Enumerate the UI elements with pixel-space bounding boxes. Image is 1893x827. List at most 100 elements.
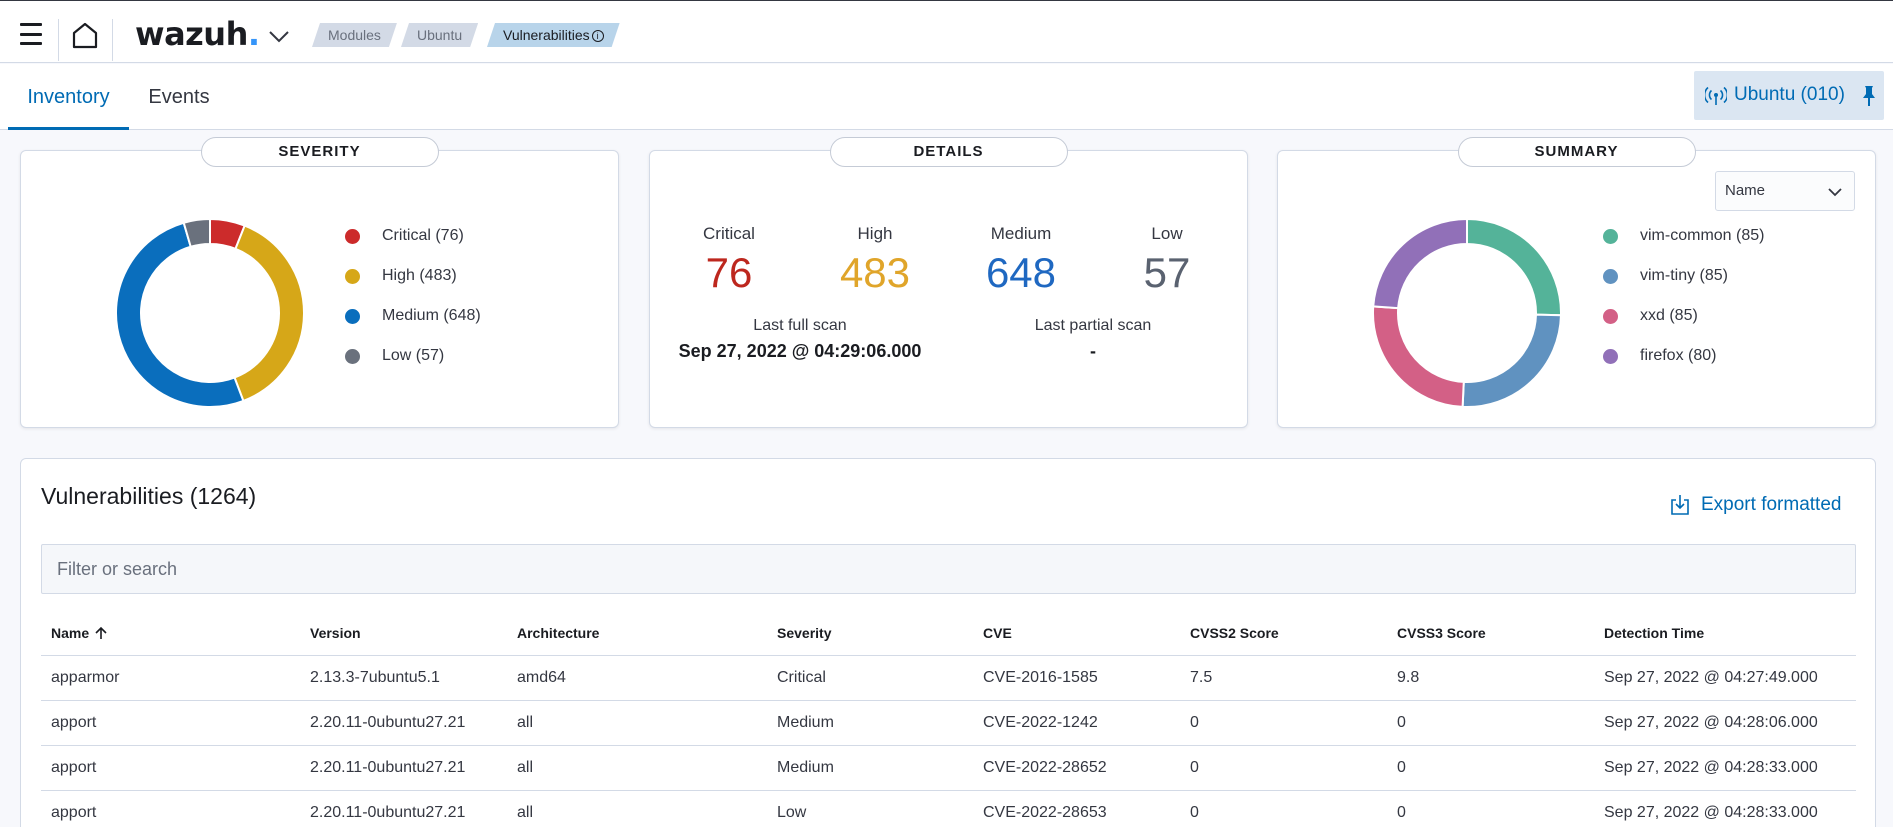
export-formatted-button[interactable]: Export formatted (1669, 494, 1841, 516)
legend-item-medium[interactable]: Medium (648) (345, 296, 481, 336)
summary-slice-2[interactable] (1372, 305, 1465, 408)
column-header-name[interactable]: Name (41, 611, 300, 656)
legend-label: vim-tiny (85) (1640, 267, 1729, 284)
home-icon (72, 22, 98, 49)
detail-value: 57 (1143, 249, 1191, 296)
summary-panel-title: SUMMARY (1457, 137, 1696, 167)
severity-slice-2[interactable] (115, 221, 245, 408)
table-row[interactable]: apport 2.20.11-0ubuntu27.21 all Low CVE-… (41, 790, 1856, 827)
severity-legend: Critical (76) High (483) Medium (648) Lo… (345, 216, 481, 376)
legend-item-xxd[interactable]: xxd (85) (1603, 296, 1764, 336)
legend-dot (1603, 308, 1618, 324)
legend-dot (1603, 228, 1618, 244)
column-header-severity[interactable]: Severity (767, 611, 973, 656)
legend-label: firefox (80) (1640, 347, 1717, 364)
detail-critical: Critical 76 (656, 224, 802, 297)
table-row[interactable]: apparmor 2.13.3-7ubuntu5.1 amd64 Critica… (41, 655, 1856, 701)
detail-label: Low (1151, 224, 1183, 243)
cell-version: 2.20.11-0ubuntu27.21 (300, 790, 507, 827)
cell-cve: CVE-2022-28653 (973, 790, 1180, 827)
legend-dot (345, 348, 360, 364)
detail-value: 648 (985, 249, 1057, 296)
hamburger-icon-line (20, 42, 42, 45)
legend-item-vim-tiny[interactable]: vim-tiny (85) (1603, 256, 1764, 296)
column-header-cvss2-score[interactable]: CVSS2 Score (1180, 611, 1387, 656)
chevron-down-icon (1828, 188, 1842, 197)
column-header-cve[interactable]: CVE (973, 611, 1180, 656)
summary-field-select[interactable]: Name (1715, 171, 1855, 211)
last-full-scan: Last full scan Sep 27, 2022 @ 04:29:06.0… (650, 317, 950, 362)
legend-item-high[interactable]: High (483) (345, 256, 481, 296)
summary-legend: vim-common (85) vim-tiny (85) xxd (85) f… (1603, 216, 1764, 376)
tab-events[interactable]: Events (136, 64, 222, 130)
table-row[interactable]: apport 2.20.11-0ubuntu27.21 all Medium C… (41, 700, 1856, 746)
cell-detection-time: Sep 27, 2022 @ 04:28:33.000 (1594, 790, 1856, 827)
app-menu-dropdown[interactable] (266, 23, 292, 49)
cell-cve: CVE-2016-1585 (973, 655, 1180, 701)
agent-selector-button[interactable]: Ubuntu (010) (1694, 71, 1884, 120)
hamburger-icon-line (20, 23, 42, 26)
column-header-architecture[interactable]: Architecture (507, 611, 767, 656)
logo-text: wazuh (135, 15, 248, 53)
cell-severity: Low (767, 790, 973, 827)
last-full-scan-label: Last full scan (753, 317, 847, 334)
hamburger-icon-line (20, 32, 42, 36)
column-header-version[interactable]: Version (300, 611, 507, 656)
legend-label: Medium (648) (382, 307, 481, 324)
breadcrumb-vulnerabilities[interactable]: Vulnerabilities i (487, 23, 620, 47)
menu-button[interactable] (14, 19, 48, 49)
vulnerabilities-title: Vulnerabilities (1264) (41, 483, 257, 509)
summary-slice-1[interactable] (1461, 313, 1562, 408)
tab-inventory[interactable]: Inventory (8, 64, 129, 130)
cell-cvss3: 0 (1387, 790, 1594, 827)
details-panel: DETAILS Critical 76 High 483 Medium 648 … (649, 137, 1248, 428)
severity-donut-chart (115, 218, 305, 408)
last-partial-scan-value: - (1090, 341, 1096, 361)
severity-slice-1[interactable] (233, 224, 305, 403)
detail-medium: Medium 648 (948, 224, 1094, 297)
breadcrumb-ubuntu[interactable]: Ubuntu (401, 23, 478, 47)
legend-label: High (483) (382, 267, 457, 284)
pin-icon[interactable] (1862, 85, 1876, 107)
cell-cvss2: 7.5 (1180, 655, 1387, 701)
breadcrumb-modules[interactable]: Modules (312, 23, 397, 47)
detail-label: Medium (990, 224, 1052, 243)
legend-dot (1603, 348, 1618, 364)
agent-label: Ubuntu (010) (1734, 84, 1845, 105)
cell-architecture: all (507, 790, 767, 827)
severity-panel: SEVERITY Critical (76) High (483) Medium… (20, 137, 619, 428)
column-header-cvss3-score[interactable]: CVSS3 Score (1387, 611, 1594, 656)
search-box (41, 544, 1856, 594)
divider (112, 19, 113, 61)
cell-cvss2: 0 (1180, 790, 1387, 827)
legend-item-firefox[interactable]: firefox (80) (1603, 336, 1764, 376)
table-row[interactable]: apport 2.20.11-0ubuntu27.21 all Medium C… (41, 745, 1856, 791)
column-header-detection-time[interactable]: Detection Time (1594, 611, 1856, 656)
cell-architecture: amd64 (507, 655, 767, 701)
cell-architecture: all (507, 700, 767, 746)
cell-architecture: all (507, 745, 767, 791)
legend-dot (345, 228, 360, 244)
cell-name: apparmor (41, 655, 300, 701)
cell-name: apport (41, 790, 300, 827)
antenna-icon (1705, 86, 1727, 105)
arrow-up-icon (95, 626, 107, 639)
legend-item-critical[interactable]: Critical (76) (345, 216, 481, 256)
cell-version: 2.13.3-7ubuntu5.1 (300, 655, 507, 701)
legend-label: vim-common (85) (1640, 227, 1765, 244)
summary-slice-0[interactable] (1466, 218, 1562, 317)
legend-dot (345, 268, 360, 284)
cell-version: 2.20.11-0ubuntu27.21 (300, 745, 507, 791)
detail-value: 76 (705, 249, 753, 296)
detail-high: High 483 (802, 224, 948, 297)
home-button[interactable] (70, 20, 100, 50)
legend-item-low[interactable]: Low (57) (345, 336, 481, 376)
search-input[interactable] (42, 545, 1855, 593)
summary-slice-3[interactable] (1372, 218, 1468, 310)
wazuh-logo[interactable]: wazuh. (135, 15, 260, 53)
chevron-down-icon (269, 31, 289, 43)
cell-cvss2: 0 (1180, 745, 1387, 791)
legend-item-vim-common[interactable]: vim-common (85) (1603, 216, 1764, 256)
legend-dot (345, 308, 360, 324)
summary-panel: SUMMARY Name vim-common (85) vim-tiny (8… (1277, 137, 1876, 428)
